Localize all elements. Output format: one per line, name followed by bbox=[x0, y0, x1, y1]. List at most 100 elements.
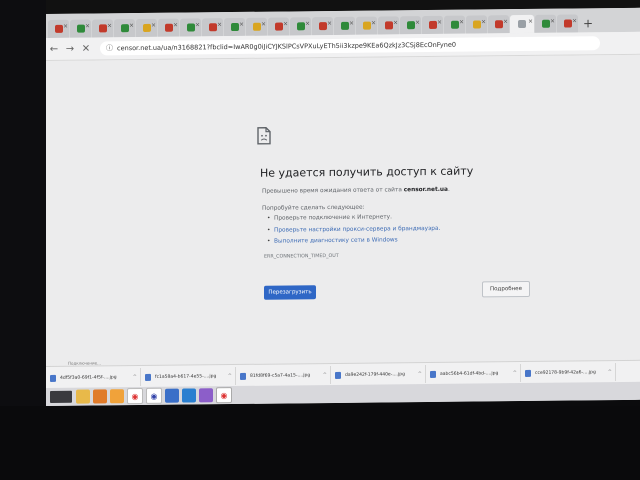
tab-close-icon[interactable]: × bbox=[261, 21, 266, 28]
tab-close-icon[interactable]: × bbox=[550, 18, 555, 25]
chevron-up-icon[interactable]: ^ bbox=[323, 372, 327, 378]
download-item[interactable]: aabc56b4-61df-4bd-....jpg ^ bbox=[426, 364, 521, 384]
tab[interactable]: × bbox=[92, 19, 113, 38]
app-icon[interactable] bbox=[110, 389, 124, 404]
download-item[interactable]: 81fd8f69-c5a7-4a15-....jpg ^ bbox=[236, 366, 331, 386]
tab[interactable]: × bbox=[246, 17, 267, 36]
tab-close-icon[interactable]: × bbox=[349, 20, 354, 27]
tab-close-icon[interactable]: × bbox=[415, 19, 420, 26]
tab-close-icon[interactable]: × bbox=[217, 21, 222, 28]
monitor-display: × × × × × × × × × × × × × × × × × × × × … bbox=[46, 7, 640, 406]
tab[interactable]: × bbox=[444, 15, 465, 34]
tab[interactable]: × bbox=[158, 18, 179, 37]
favicon-icon bbox=[428, 20, 437, 29]
tab-close-icon[interactable]: × bbox=[327, 20, 332, 27]
tab-close-icon[interactable]: × bbox=[129, 22, 134, 29]
tab[interactable]: × bbox=[136, 18, 157, 38]
tab[interactable]: × bbox=[557, 14, 578, 33]
tab[interactable]: × bbox=[268, 17, 289, 36]
details-button[interactable]: Подробнее bbox=[482, 280, 530, 298]
stop-icon[interactable]: ✕ bbox=[78, 43, 94, 54]
tab-close-icon[interactable]: × bbox=[239, 21, 244, 28]
site-info-icon[interactable]: ⓘ bbox=[106, 43, 113, 53]
folder-icon[interactable] bbox=[76, 389, 90, 404]
tab-close-icon[interactable]: × bbox=[85, 23, 90, 30]
chrome-icon[interactable]: ◉ bbox=[216, 387, 232, 404]
download-item[interactable]: cce92178-9b9f-42a6-....jpg ^ bbox=[521, 363, 616, 383]
tab[interactable]: × bbox=[488, 15, 509, 34]
tab-close-icon[interactable]: × bbox=[572, 17, 577, 24]
tab[interactable]: × bbox=[466, 15, 487, 34]
favicon-icon bbox=[120, 24, 129, 33]
favicon-icon bbox=[230, 22, 239, 32]
try-label: Попробуйте сделать следующее: bbox=[262, 204, 365, 212]
app-icon[interactable] bbox=[199, 388, 213, 403]
app-icon[interactable] bbox=[165, 388, 179, 403]
tab[interactable]: × bbox=[312, 16, 333, 36]
tab-close-icon[interactable]: × bbox=[459, 19, 464, 26]
tab[interactable]: × bbox=[535, 14, 556, 33]
tab[interactable]: × bbox=[422, 15, 443, 35]
tab-close-icon[interactable]: × bbox=[63, 23, 68, 30]
start-button[interactable] bbox=[50, 390, 72, 403]
suggestion-item: Проверьте подключение к Интернету. bbox=[274, 214, 440, 221]
chevron-up-icon[interactable]: ^ bbox=[133, 374, 137, 380]
tab-close-icon[interactable]: × bbox=[107, 22, 112, 29]
tab[interactable]: × bbox=[180, 18, 201, 37]
tab[interactable]: × bbox=[202, 18, 223, 37]
tab-close-icon[interactable]: × bbox=[393, 19, 398, 26]
tab-close-icon[interactable]: × bbox=[371, 20, 376, 27]
tab-close-icon[interactable]: × bbox=[481, 18, 486, 25]
download-item[interactable]: 4df5f3a0-69f1-4f5f-....jpg ^ bbox=[46, 368, 141, 387]
tab-close-icon[interactable]: × bbox=[151, 22, 156, 29]
favicon-icon bbox=[563, 19, 572, 28]
media-player-icon[interactable] bbox=[93, 389, 107, 404]
suggestion-link[interactable]: Проверьте настройки прокси-сервера и бра… bbox=[274, 225, 440, 233]
favicon-icon bbox=[208, 23, 217, 32]
tab-active[interactable]: × bbox=[510, 14, 534, 34]
favicon-icon bbox=[362, 21, 371, 30]
tab[interactable]: × bbox=[378, 16, 399, 35]
file-icon bbox=[430, 370, 436, 378]
back-arrow-icon[interactable]: ← bbox=[46, 43, 62, 54]
tab-close-icon[interactable]: × bbox=[528, 18, 533, 25]
browser-icon[interactable]: ◉ bbox=[146, 387, 162, 404]
tab[interactable]: × bbox=[356, 16, 377, 35]
chevron-up-icon[interactable]: ^ bbox=[608, 369, 612, 375]
chevron-up-icon[interactable]: ^ bbox=[513, 370, 517, 376]
tab[interactable]: × bbox=[48, 19, 69, 38]
favicon-icon bbox=[406, 21, 415, 30]
tab[interactable]: × bbox=[400, 16, 421, 35]
chevron-up-icon[interactable]: ^ bbox=[418, 371, 422, 377]
chevron-up-icon[interactable]: ^ bbox=[228, 373, 232, 379]
address-text: censor.net.ua/ua/n3168821?fbclid=IwAR0g0… bbox=[117, 40, 457, 53]
photo-frame: × × × × × × × × × × × × × × × × × × × × … bbox=[0, 0, 640, 480]
tab[interactable]: × bbox=[290, 17, 311, 36]
download-item[interactable]: da9e242f-179f-440e-....jpg ^ bbox=[331, 365, 426, 385]
tab[interactable]: × bbox=[224, 17, 245, 37]
tab-close-icon[interactable]: × bbox=[437, 19, 442, 26]
download-item[interactable]: fc1a58a4-b617-4e55-....jpg ^ bbox=[141, 367, 236, 387]
suggestion-link[interactable]: Выполните диагностику сети в Windows bbox=[274, 237, 440, 244]
tab[interactable]: × bbox=[334, 16, 355, 35]
tab[interactable]: × bbox=[70, 19, 91, 38]
file-icon bbox=[50, 374, 56, 382]
monitor-bezel-bottom bbox=[0, 406, 640, 480]
favicon-icon bbox=[296, 22, 305, 31]
shield-icon[interactable] bbox=[182, 388, 196, 403]
status-text: Подключение... bbox=[68, 360, 101, 366]
forward-arrow-icon[interactable]: → bbox=[62, 43, 78, 54]
tab-close-icon[interactable]: × bbox=[503, 18, 508, 25]
timeout-prefix: Превышено время ожидания ответа от сайта bbox=[262, 187, 402, 195]
chrome-icon[interactable]: ◉ bbox=[127, 387, 143, 405]
tab-close-icon[interactable]: × bbox=[305, 20, 310, 27]
tab[interactable]: × bbox=[114, 19, 135, 38]
tab-close-icon[interactable]: × bbox=[173, 22, 178, 29]
favicon-icon bbox=[450, 20, 459, 29]
tab-close-icon[interactable]: × bbox=[195, 21, 200, 28]
timeout-message: Превышено время ожидания ответа от сайта… bbox=[262, 186, 450, 195]
tab-close-icon[interactable]: × bbox=[283, 20, 288, 27]
address-bar[interactable]: ⓘ censor.net.ua/ua/n3168821?fbclid=IwAR0… bbox=[100, 36, 600, 56]
reload-button[interactable]: Перезагрузить bbox=[264, 285, 316, 300]
new-tab-button[interactable]: + bbox=[579, 14, 597, 32]
